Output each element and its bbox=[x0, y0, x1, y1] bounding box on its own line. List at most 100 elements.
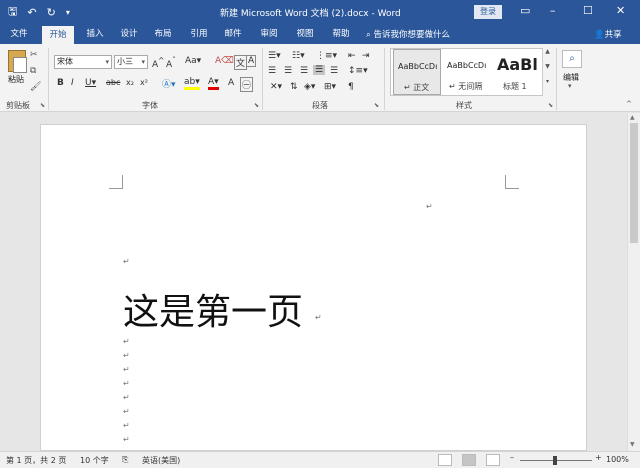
vertical-scrollbar[interactable]: ▲ ▼ bbox=[627, 113, 640, 451]
change-case-icon[interactable]: Aa▾ bbox=[185, 56, 201, 66]
strikethrough-icon[interactable]: abc bbox=[106, 78, 120, 87]
zoom-out-icon[interactable]: – bbox=[510, 453, 514, 462]
share-label: 共享 bbox=[604, 30, 622, 40]
styles-launcher-icon[interactable]: ⬊ bbox=[548, 102, 553, 109]
character-border-icon[interactable]: A bbox=[246, 55, 257, 67]
paragraph-mark: ↵ bbox=[123, 365, 130, 374]
show-marks-icon[interactable]: ¶ bbox=[348, 82, 354, 92]
proofing-icon[interactable]: ⎘ bbox=[122, 455, 128, 465]
word-count[interactable]: 10 个字 bbox=[80, 455, 109, 466]
font-name-combo[interactable]: 宋体 ▾ bbox=[54, 55, 112, 69]
style-normal[interactable]: AaBbCcDı ↵ 正文 bbox=[393, 49, 441, 95]
page-count[interactable]: 第 1 页，共 2 页 bbox=[6, 455, 66, 466]
customize-qat-icon[interactable]: ▾ bbox=[66, 8, 70, 17]
font-color-icon[interactable]: A▾ bbox=[208, 77, 219, 90]
chevron-up-icon[interactable]: ▲ bbox=[630, 114, 635, 121]
paragraph-launcher-icon[interactable]: ⬊ bbox=[374, 102, 379, 109]
tab-references[interactable]: 引用 bbox=[184, 24, 214, 44]
shrink-font-icon[interactable]: Aˇ bbox=[166, 56, 176, 70]
bullets-icon[interactable]: ☰▾ bbox=[268, 51, 281, 61]
save-icon[interactable]: 🖫 bbox=[8, 3, 17, 22]
tab-mailings[interactable]: 邮件 bbox=[218, 24, 248, 44]
numbering-icon[interactable]: ☷▾ bbox=[292, 51, 305, 61]
underline-icon[interactable]: U▾ bbox=[85, 78, 96, 88]
title-bar: 🖫 ↶ ↻ ▾ 新建 Microsoft Word 文档 (2).docx - … bbox=[0, 0, 640, 24]
window-title: 新建 Microsoft Word 文档 (2).docx - Word bbox=[220, 9, 401, 19]
shading-icon[interactable]: ◈▾ bbox=[304, 82, 315, 92]
enclose-characters-icon[interactable]: ㊀ bbox=[240, 77, 254, 92]
ribbon-display-options-icon[interactable]: ▭ bbox=[520, 4, 530, 17]
line-spacing-icon[interactable]: ↕≡▾ bbox=[348, 66, 368, 76]
zoom-slider-thumb[interactable] bbox=[553, 456, 557, 465]
tab-file[interactable]: 文件 bbox=[4, 24, 34, 44]
style-heading-1[interactable]: AaBl 标题 1 bbox=[495, 49, 541, 95]
multilevel-list-icon[interactable]: ⋮≡▾ bbox=[316, 51, 337, 61]
paragraph-group-label: 段落 bbox=[312, 101, 328, 110]
chevron-down-icon[interactable]: ▼ bbox=[543, 63, 552, 70]
align-center-icon[interactable]: ☰ bbox=[284, 66, 292, 76]
collapse-ribbon-icon[interactable]: ^ bbox=[626, 100, 632, 108]
document-page[interactable]: ↵ ↵ 这是第一页 ↵ ↵ ↵ ↵ ↵ ↵ ↵ ↵ ↵ bbox=[40, 124, 587, 451]
undo-icon[interactable]: ↶ bbox=[27, 6, 36, 19]
login-button[interactable]: 登录 bbox=[474, 5, 502, 19]
font-size-combo[interactable]: 小三 ▾ bbox=[114, 55, 148, 69]
sort-icon[interactable]: ⇅ bbox=[290, 82, 298, 92]
cut-icon[interactable]: ✂ bbox=[30, 50, 38, 60]
styles-scroll[interactable]: ▲ ▼ ▾ bbox=[542, 48, 552, 96]
justify-icon[interactable]: ☰ bbox=[313, 65, 326, 75]
text-effects-icon[interactable]: Ⓐ▾ bbox=[162, 77, 176, 90]
align-left-icon[interactable]: ☰ bbox=[268, 66, 276, 76]
asian-layout-icon[interactable]: ✕▾ bbox=[270, 82, 282, 92]
style-no-spacing[interactable]: AaBbCcDı ↵ 无间隔 bbox=[443, 49, 493, 95]
status-bar: 第 1 页，共 2 页 10 个字 ⎘ 英语(美国) – + 100% bbox=[0, 451, 640, 468]
bold-icon[interactable]: B bbox=[57, 78, 64, 88]
tab-view[interactable]: 视图 bbox=[290, 24, 320, 44]
subscript-icon[interactable]: x₂ bbox=[126, 78, 134, 87]
clipboard-launcher-icon[interactable]: ⬊ bbox=[40, 102, 45, 109]
zoom-level[interactable]: 100% bbox=[606, 455, 629, 464]
tab-insert[interactable]: 插入 bbox=[80, 24, 110, 44]
font-launcher-icon[interactable]: ⬊ bbox=[254, 102, 259, 109]
language-indicator[interactable]: 英语(美国) bbox=[142, 455, 180, 466]
align-right-icon[interactable]: ☰ bbox=[300, 66, 308, 76]
web-layout-icon[interactable] bbox=[486, 454, 500, 466]
character-shading-icon[interactable]: A bbox=[228, 78, 234, 88]
zoom-in-icon[interactable]: + bbox=[595, 453, 602, 462]
paste-button-label[interactable]: 粘贴 bbox=[8, 74, 24, 85]
search-icon[interactable]: ⌕ bbox=[562, 50, 582, 68]
chevron-down-icon: ▾ bbox=[141, 58, 145, 66]
scrollbar-thumb[interactable] bbox=[630, 123, 638, 243]
close-icon[interactable]: ✕ bbox=[616, 4, 625, 17]
tab-review[interactable]: 审阅 bbox=[254, 24, 284, 44]
paste-icon[interactable] bbox=[8, 50, 27, 73]
styles-gallery: AaBbCcDı ↵ 正文 AaBbCcDı ↵ 无间隔 AaBl 标题 1 bbox=[390, 48, 550, 96]
increase-indent-icon[interactable]: ⇥ bbox=[362, 51, 370, 61]
chevron-down-icon[interactable]: ▼ bbox=[630, 441, 635, 448]
print-layout-icon[interactable] bbox=[462, 454, 476, 466]
chevron-up-icon[interactable]: ▲ bbox=[543, 48, 552, 55]
format-painter-icon[interactable]: 🖌 bbox=[30, 82, 41, 92]
italic-icon[interactable]: I bbox=[71, 78, 74, 88]
tell-me-search[interactable]: ⌕ 告诉我你想要做什么 bbox=[366, 28, 450, 40]
superscript-icon[interactable]: x² bbox=[140, 78, 148, 87]
style-sample: AaBl bbox=[497, 55, 538, 74]
clear-formatting-icon[interactable]: A⌫ bbox=[215, 56, 234, 66]
grow-font-icon[interactable]: A^ bbox=[152, 56, 164, 70]
chevron-down-icon: ▾ bbox=[105, 58, 109, 66]
decrease-indent-icon[interactable]: ⇤ bbox=[348, 51, 356, 61]
more-icon[interactable]: ▾ bbox=[543, 78, 552, 85]
tab-layout[interactable]: 布局 bbox=[148, 24, 178, 44]
chevron-down-icon[interactable]: ▾ bbox=[568, 82, 572, 90]
share-button[interactable]: 👤共享 bbox=[594, 28, 622, 40]
tab-help[interactable]: 帮助 bbox=[326, 24, 356, 44]
read-mode-icon[interactable] bbox=[438, 454, 452, 466]
redo-icon[interactable]: ↻ bbox=[47, 6, 56, 19]
tab-home[interactable]: 开始 bbox=[42, 26, 74, 44]
copy-icon[interactable]: ⧉ bbox=[30, 66, 36, 76]
minimize-icon[interactable]: – bbox=[550, 4, 556, 17]
distributed-icon[interactable]: ☰ bbox=[330, 66, 338, 76]
highlight-color-icon[interactable]: ab▾ bbox=[184, 77, 200, 90]
tab-design[interactable]: 设计 bbox=[114, 24, 144, 44]
maximize-icon[interactable]: ☐ bbox=[583, 4, 593, 17]
borders-icon[interactable]: ⊞▾ bbox=[324, 82, 336, 92]
